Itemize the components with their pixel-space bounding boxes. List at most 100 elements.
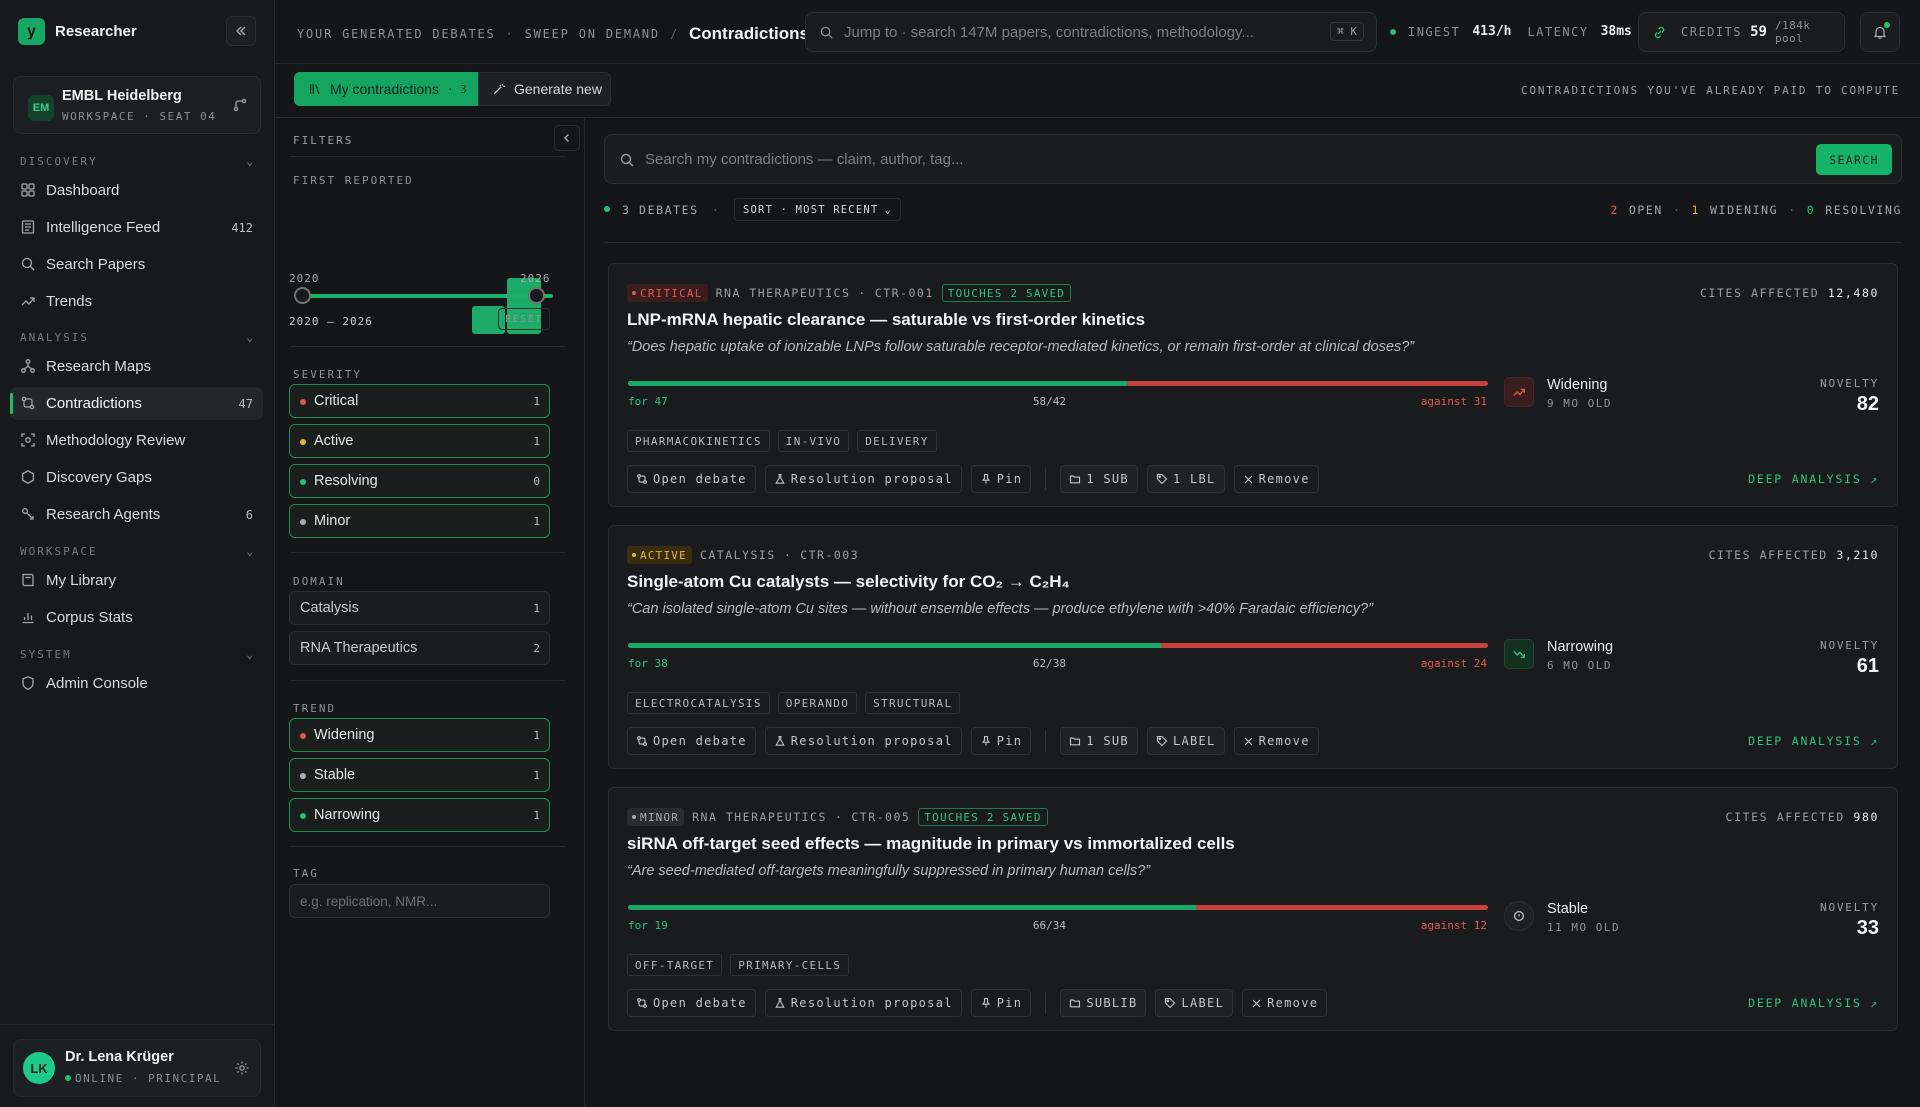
sub-button[interactable]: SUBLIB bbox=[1060, 989, 1147, 1017]
sidebar-item-search-papers[interactable]: Search Papers bbox=[10, 248, 263, 281]
gear-icon[interactable] bbox=[234, 1060, 250, 1076]
notifications-button[interactable] bbox=[1860, 12, 1900, 52]
contradiction-card[interactable]: ACTIVE CATALYSIS · CTR-003 CITES AFFECTE… bbox=[608, 525, 1898, 769]
tab-my-contradictions[interactable]: My contradictions · 3 bbox=[294, 72, 478, 106]
tag-chip[interactable]: PRIMARY-CELLS bbox=[730, 954, 850, 976]
tab-generate-new[interactable]: Generate new bbox=[478, 72, 611, 106]
close-icon bbox=[1244, 475, 1252, 483]
year-range-track[interactable] bbox=[301, 294, 553, 298]
main-content: SEARCH 3 DEBATES · SORT · MOST RECENT ⌄ 2… bbox=[585, 118, 1920, 1107]
deep-analysis-link[interactable]: DEEP ANALYSIS ↗ bbox=[1748, 472, 1879, 486]
tag-chip[interactable]: ELECTROCATALYSIS bbox=[627, 692, 770, 714]
filter-severity-resolving[interactable]: Resolving 0 bbox=[289, 464, 550, 498]
credits-badge[interactable]: CREDITS 59 /184k pool bbox=[1638, 12, 1845, 52]
sub-button[interactable]: 1 SUB bbox=[1060, 465, 1138, 493]
remove-button[interactable]: Remove bbox=[1233, 727, 1319, 755]
contradiction-card[interactable]: MINOR RNA THERAPEUTICS · CTR-005 TOUCHES… bbox=[608, 787, 1898, 1031]
tag-filter-input[interactable] bbox=[289, 884, 550, 918]
brand[interactable]: y Researcher bbox=[18, 18, 137, 45]
sub-button[interactable]: 1 SUB bbox=[1060, 727, 1138, 755]
cites-affected: CITES AFFECTED 980 bbox=[1726, 810, 1879, 824]
resolution-proposal-button[interactable]: Resolution proposal bbox=[764, 465, 962, 493]
filter-domain-rna-therapeutics[interactable]: RNA Therapeutics 2 bbox=[289, 631, 550, 665]
tag-chip[interactable]: OPERANDO bbox=[777, 692, 858, 714]
label-button[interactable]: LABEL bbox=[1155, 989, 1234, 1017]
filter-trend-narrowing[interactable]: Narrowing 1 bbox=[289, 798, 550, 832]
breadcrumb-item[interactable]: SWEEP ON DEMAND bbox=[525, 27, 660, 41]
filter-domain-catalysis[interactable]: Catalysis 1 bbox=[289, 591, 550, 625]
nav-section-discovery[interactable]: DISCOVERY ⌄ bbox=[20, 155, 255, 168]
deep-analysis-link[interactable]: DEEP ANALYSIS ↗ bbox=[1748, 734, 1879, 748]
sidebar-item-admin-console[interactable]: Admin Console bbox=[10, 667, 263, 700]
workspace-switcher[interactable]: EM EMBL Heidelberg WORKSPACE · SEAT 04 bbox=[13, 76, 261, 134]
button-label: Remove bbox=[1258, 734, 1310, 748]
pin-button[interactable]: Pin bbox=[970, 727, 1032, 755]
open-debate-button[interactable]: Open debate bbox=[627, 989, 756, 1017]
state-counts: 2 OPEN · 1 WIDENING · 0 RESOLVING bbox=[1610, 203, 1902, 217]
sidebar-item-research-maps[interactable]: Research Maps bbox=[10, 350, 263, 383]
filter-severity-active[interactable]: Active 1 bbox=[289, 424, 550, 458]
sidebar-item-contradictions[interactable]: Contradictions 47 bbox=[10, 387, 263, 420]
remove-button[interactable]: Remove bbox=[1233, 465, 1319, 493]
range-handle-end[interactable] bbox=[528, 287, 545, 304]
reset-range-button[interactable]: RESET bbox=[498, 308, 550, 330]
card-title[interactable]: Single-atom Cu catalysts — selectivity f… bbox=[627, 572, 1070, 592]
sidebar-item-methodology-review[interactable]: Methodology Review bbox=[10, 424, 263, 457]
global-search-input[interactable]: Jump to · search 147M papers, contradict… bbox=[805, 12, 1377, 52]
sort-dropdown[interactable]: SORT · MOST RECENT ⌄ bbox=[734, 198, 901, 221]
user-card[interactable]: LK Dr. Lena Krüger ONLINE · PRINCIPAL bbox=[13, 1039, 261, 1097]
workspace-seat: WORKSPACE · SEAT 04 bbox=[62, 110, 217, 123]
card-title[interactable]: LNP-mRNA hepatic clearance — saturable v… bbox=[627, 310, 1145, 330]
filter-severity-critical[interactable]: Critical 1 bbox=[289, 384, 550, 418]
tag-chip[interactable]: STRUCTURAL bbox=[865, 692, 961, 714]
folder-icon bbox=[1070, 475, 1081, 484]
breadcrumb-dot: · bbox=[505, 27, 515, 41]
filter-trend-stable[interactable]: Stable 1 bbox=[289, 758, 550, 792]
resolution-proposal-button[interactable]: Resolution proposal bbox=[764, 727, 962, 755]
nav-section-system[interactable]: SYSTEM ⌄ bbox=[20, 648, 255, 661]
nav-section-analysis[interactable]: ANALYSIS ⌄ bbox=[20, 331, 255, 344]
deep-analysis-link[interactable]: DEEP ANALYSIS ↗ bbox=[1748, 996, 1879, 1010]
resolution-proposal-button[interactable]: Resolution proposal bbox=[764, 989, 962, 1017]
sidebar-item-intelligence-feed[interactable]: Intelligence Feed 412 bbox=[10, 211, 263, 244]
folder-icon bbox=[1070, 737, 1081, 746]
filters-panel: FILTERS FIRST REPORTED 2020 2026 2020 – … bbox=[275, 118, 585, 1107]
sidebar-item-discovery-gaps[interactable]: Discovery Gaps bbox=[10, 461, 263, 494]
status-dot bbox=[300, 813, 306, 819]
sidebar-item-corpus-stats[interactable]: Corpus Stats bbox=[10, 601, 263, 634]
contradiction-card[interactable]: CRITICAL RNA THERAPEUTICS · CTR-001 TOUC… bbox=[608, 263, 1898, 507]
sidebar-item-my-library[interactable]: My Library bbox=[10, 564, 263, 597]
collapse-sidebar-button[interactable] bbox=[226, 16, 256, 46]
card-title[interactable]: siRNA off-target seed effects — magnitud… bbox=[627, 834, 1235, 854]
tag-icon bbox=[1156, 473, 1168, 485]
remove-button[interactable]: Remove bbox=[1242, 989, 1328, 1017]
newspaper-icon bbox=[21, 220, 35, 234]
collapse-filters-button[interactable] bbox=[554, 125, 580, 151]
tag-chip[interactable]: DELIVERY bbox=[857, 430, 937, 452]
tag-chip[interactable]: IN-VIVO bbox=[777, 430, 850, 452]
pin-button[interactable]: Pin bbox=[970, 465, 1032, 493]
workspace-avatar: EM bbox=[28, 95, 54, 121]
tag-chip[interactable]: OFF-TARGET bbox=[627, 954, 723, 976]
topbar: YOUR GENERATED DEBATES · SWEEP ON DEMAND… bbox=[275, 0, 1920, 64]
sidebar-item-trends[interactable]: Trends bbox=[10, 285, 263, 318]
pin-button[interactable]: Pin bbox=[970, 989, 1032, 1017]
label-button[interactable]: 1 LBL bbox=[1146, 465, 1225, 493]
search-button[interactable]: SEARCH bbox=[1816, 144, 1892, 175]
open-debate-button[interactable]: Open debate bbox=[627, 727, 756, 755]
tag-chip[interactable]: PHARMACOKINETICS bbox=[627, 430, 770, 452]
sidebar-item-dashboard[interactable]: Dashboard bbox=[10, 174, 263, 207]
label-button[interactable]: LABEL bbox=[1146, 727, 1225, 755]
sidebar-item-research-agents[interactable]: Research Agents 6 bbox=[10, 498, 263, 531]
search-input[interactable] bbox=[645, 145, 1745, 173]
filter-count: 1 bbox=[533, 514, 540, 528]
trend-label: Stable bbox=[1547, 901, 1589, 917]
open-debate-button[interactable]: Open debate bbox=[627, 465, 756, 493]
button-label: SUBLIB bbox=[1086, 996, 1138, 1010]
range-handle-start[interactable] bbox=[294, 287, 311, 304]
breadcrumb-item[interactable]: YOUR GENERATED DEBATES bbox=[297, 27, 496, 41]
filter-trend-widening[interactable]: Widening 1 bbox=[289, 718, 550, 752]
nav-section-workspace[interactable]: WORKSPACE ⌄ bbox=[20, 545, 255, 558]
filter-severity-minor[interactable]: Minor 1 bbox=[289, 504, 550, 538]
severity-dot bbox=[632, 815, 636, 819]
